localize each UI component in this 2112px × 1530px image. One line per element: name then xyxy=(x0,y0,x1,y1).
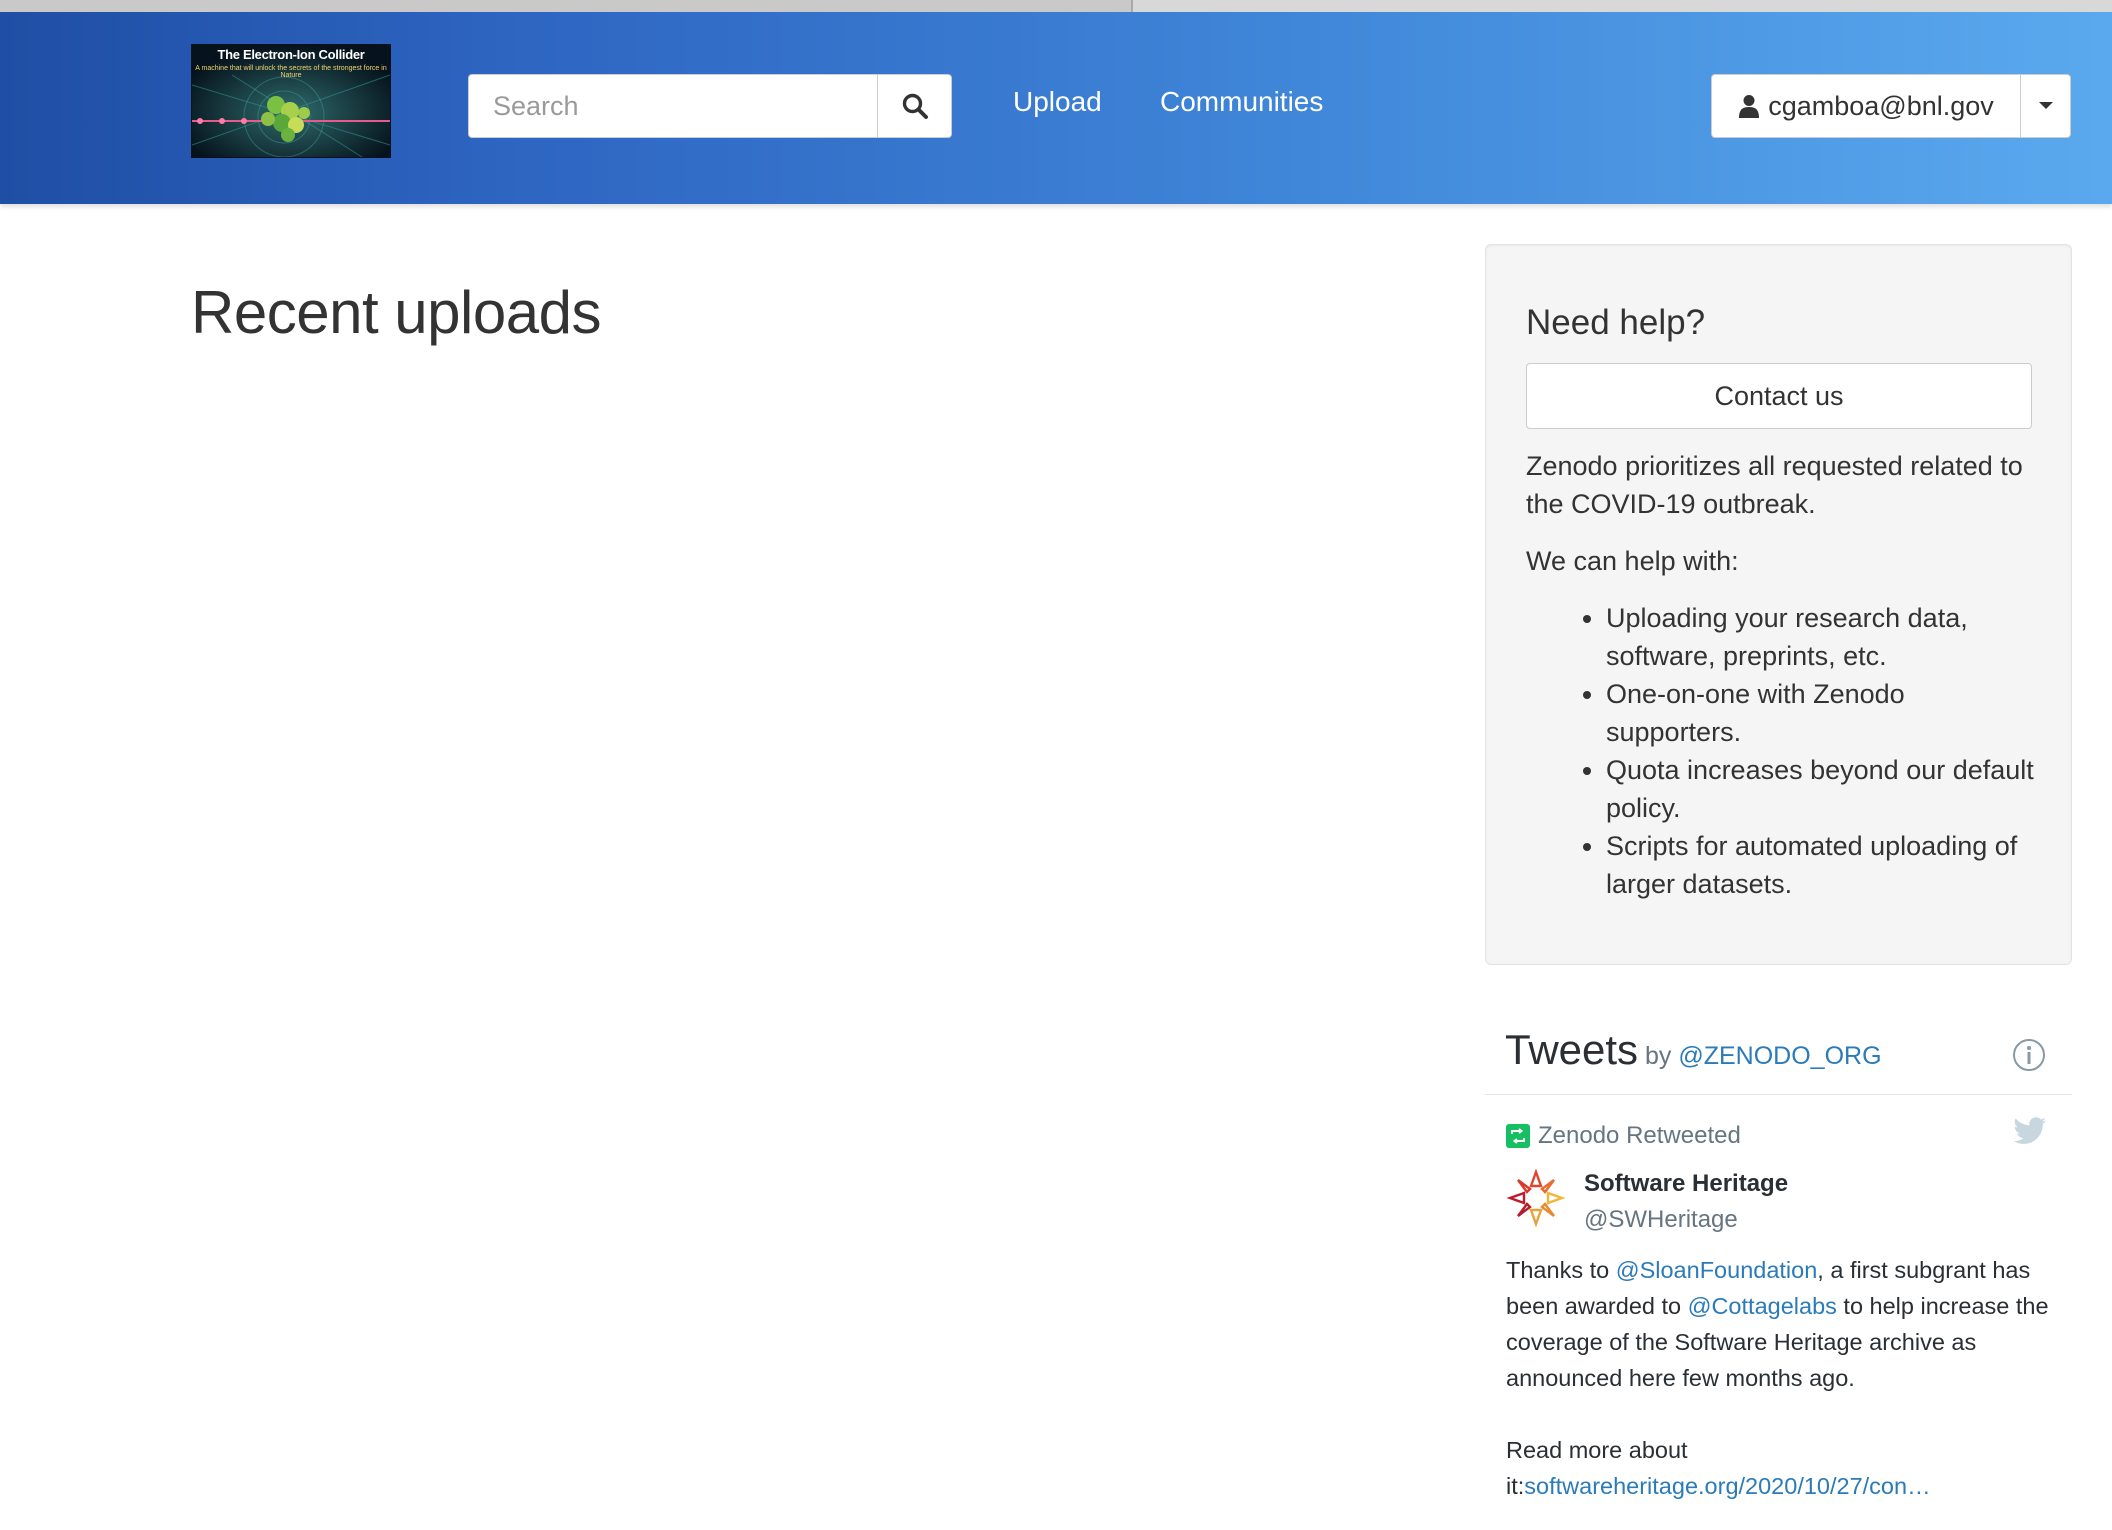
tweets-header: Tweets by @ZENODO_ORG xyxy=(1485,1018,2072,1095)
logo-subtitle: A machine that will unlock the secrets o… xyxy=(195,65,387,79)
retweeted-label: Zenodo Retweeted xyxy=(1538,1122,1741,1149)
user-menu: cgamboa@bnl.gov xyxy=(1711,74,2071,138)
tweet-mention-sloanfoundation[interactable]: @SloanFoundation xyxy=(1616,1257,1818,1283)
user-account-button[interactable]: cgamboa@bnl.gov xyxy=(1712,75,2020,137)
help-list-item: Uploading your research data, software, … xyxy=(1606,599,2046,675)
help-list: Uploading your research data, software, … xyxy=(1526,599,2046,903)
retweet-icon xyxy=(1506,1124,1530,1148)
tweets-by: by @ZENODO_ORG xyxy=(1645,1042,1882,1071)
contact-us-button[interactable]: Contact us xyxy=(1526,363,2032,429)
help-covid-text: Zenodo prioritizes all requested related… xyxy=(1526,451,2023,519)
search-icon xyxy=(902,93,928,119)
caret-down-icon xyxy=(2039,102,2053,109)
nav-communities-link[interactable]: Communities xyxy=(1160,86,1323,118)
page-title: Recent uploads xyxy=(191,279,601,346)
user-dropdown-toggle[interactable] xyxy=(2020,75,2071,137)
tweet-author-handle[interactable]: @SWHeritage xyxy=(1584,1206,1738,1234)
tweet-mention-cottagelabs[interactable]: @Cottagelabs xyxy=(1688,1293,1837,1319)
search-input[interactable] xyxy=(468,74,878,138)
help-list-item: Quota increases beyond our default polic… xyxy=(1606,751,2046,827)
help-list-item: One-on-one with Zenodo supporters. xyxy=(1606,675,2046,751)
user-email: cgamboa@bnl.gov xyxy=(1768,90,1994,121)
help-list-item: Scripts for automated uploading of large… xyxy=(1606,827,2046,903)
help-intro-text: We can help with: xyxy=(1526,546,1739,576)
search-button[interactable] xyxy=(877,74,952,138)
nav-upload-link[interactable]: Upload xyxy=(1013,86,1102,118)
tweets-handle-link[interactable]: @ZENODO_ORG xyxy=(1678,1042,1881,1070)
software-heritage-avatar[interactable] xyxy=(1506,1168,1566,1228)
help-panel: Need help? Contact us Zenodo prioritizes… xyxy=(1485,244,2072,965)
tweets-title: Tweets xyxy=(1505,1026,1639,1073)
tweet-text: Thanks to @SloanFoundation, a first subg… xyxy=(1506,1252,2066,1504)
tweet-text-part: Thanks to xyxy=(1506,1257,1616,1283)
retweet-indicator: Zenodo Retweeted xyxy=(1506,1120,1741,1152)
browser-top-strip xyxy=(0,0,2112,12)
tweet-author-name[interactable]: Software Heritage xyxy=(1584,1170,1788,1198)
navbar: The Electron-Ion Collider A machine that… xyxy=(0,12,2112,204)
help-title: Need help? xyxy=(1526,303,1706,342)
tweet-link-softwareheritage[interactable]: softwareheritage.org/2020/10/27/con… xyxy=(1524,1473,1930,1499)
logo-title: The Electron-Ion Collider xyxy=(217,47,365,62)
tweets-by-label: by xyxy=(1645,1042,1672,1070)
site-logo[interactable]: The Electron-Ion Collider A machine that… xyxy=(191,44,391,158)
twitter-bird-icon[interactable] xyxy=(2013,1117,2047,1145)
info-icon[interactable] xyxy=(2012,1038,2046,1072)
browser-tab-area xyxy=(1131,0,2112,12)
search-form xyxy=(468,74,952,140)
user-icon xyxy=(1739,95,1760,118)
